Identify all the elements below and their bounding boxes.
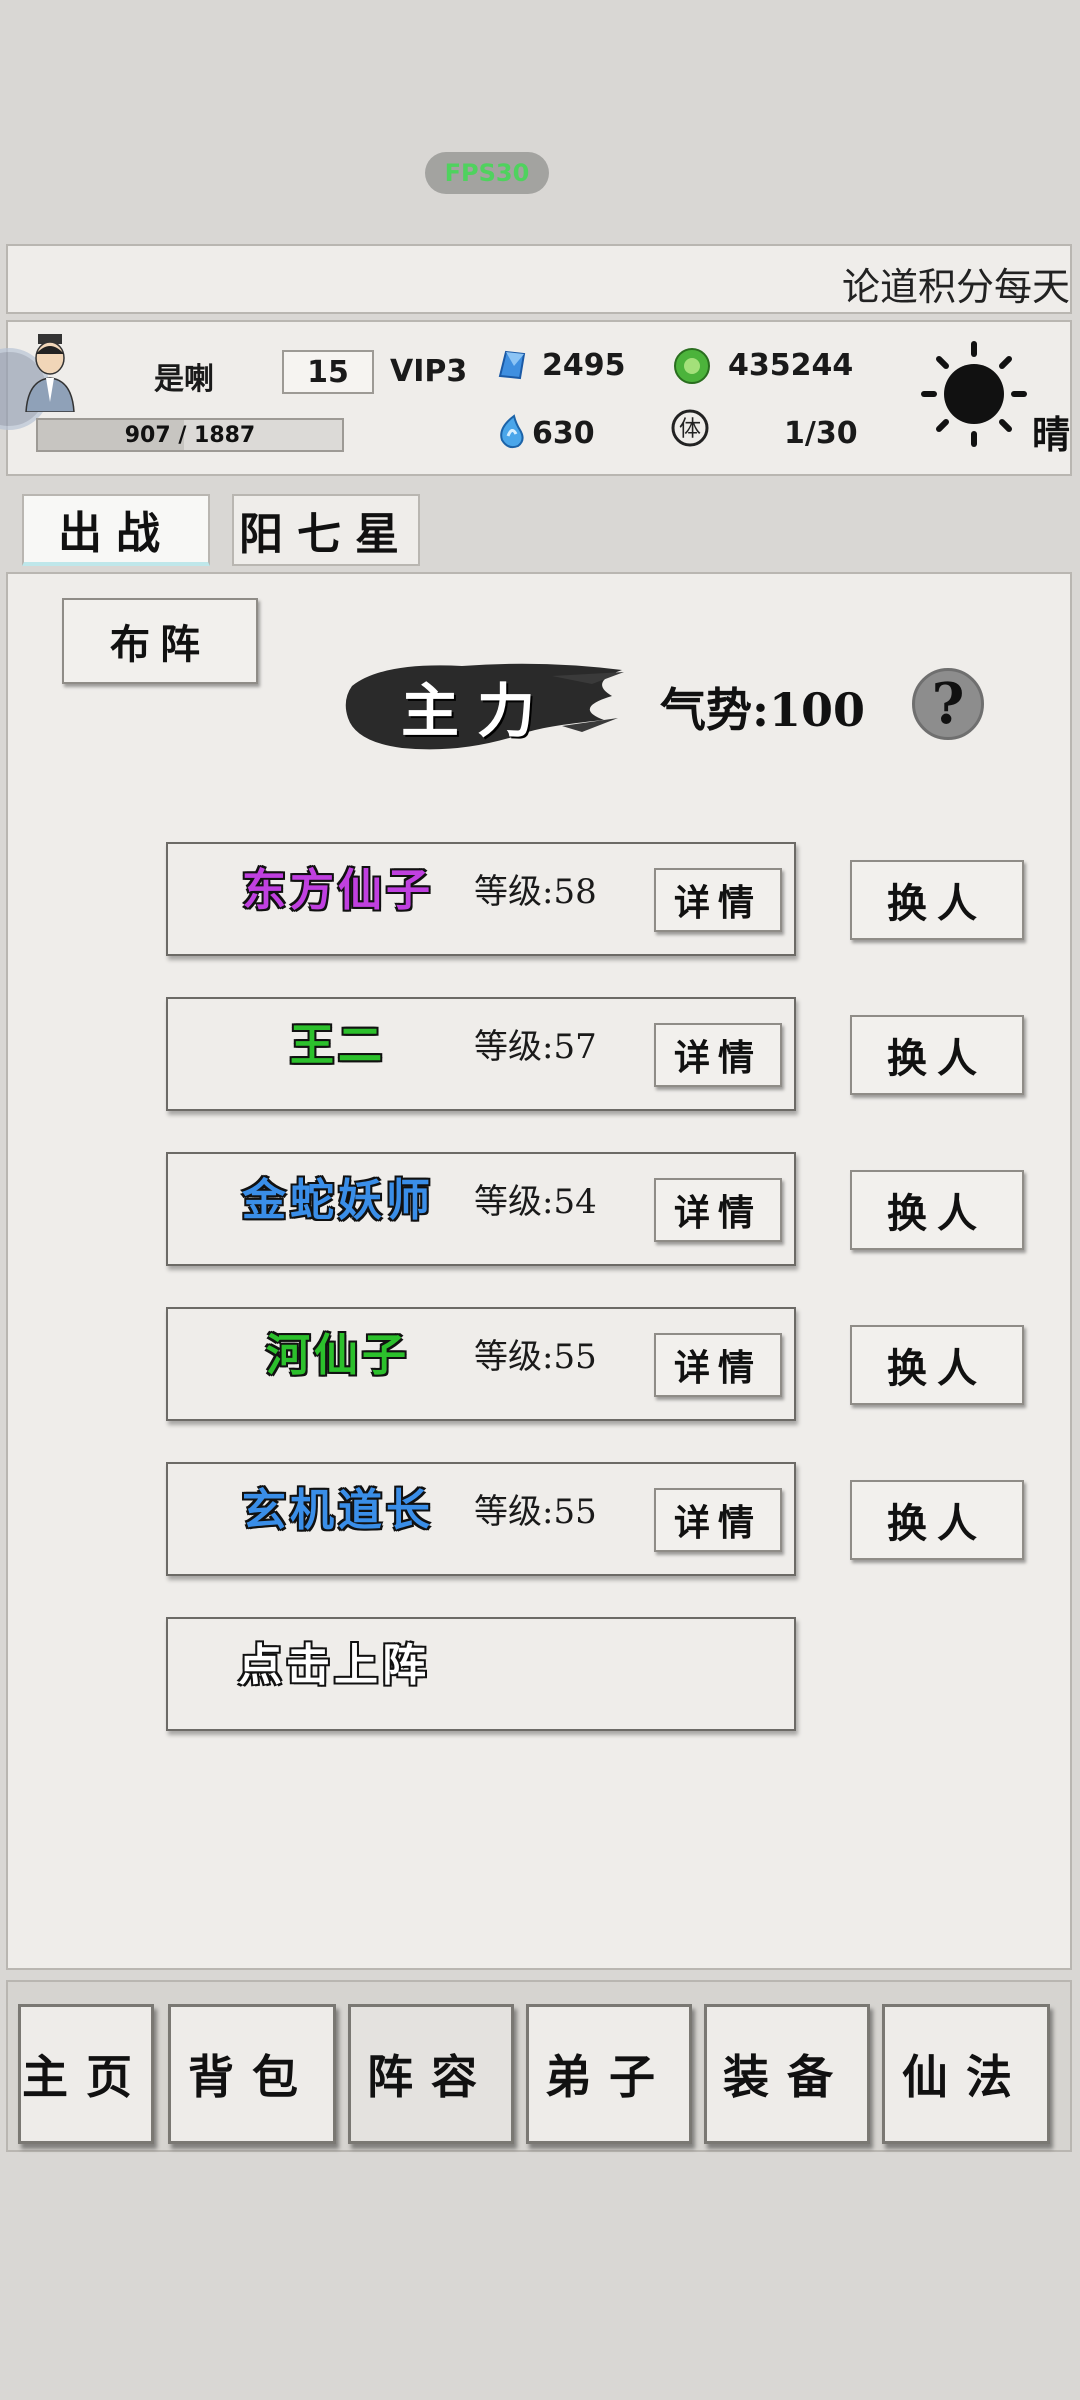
click-to-deploy-label: 点击上阵: [238, 1640, 430, 1691]
stamina-seal-icon: 体: [671, 409, 709, 447]
help-button[interactable]: ?: [912, 668, 984, 740]
arrange-formation-button[interactable]: 布阵: [62, 598, 258, 684]
swap-button[interactable]: 换人: [850, 1480, 1024, 1560]
jade-count: 435244: [728, 348, 854, 383]
crystal-count: 2495: [542, 348, 626, 383]
fps-counter: FPS30: [425, 152, 549, 194]
swap-button[interactable]: 换人: [850, 1170, 1024, 1250]
member-name: 东方仙子: [242, 865, 434, 916]
avatar[interactable]: [20, 332, 80, 412]
crystal-icon: [498, 350, 526, 380]
member-level: 等级:55: [474, 1337, 597, 1377]
detail-button[interactable]: 详情: [654, 868, 782, 932]
nav-disciple[interactable]: 弟子: [526, 2004, 692, 2144]
announcement-ticker: 论道积分每天: [6, 244, 1072, 314]
weather-label: 晴: [1032, 412, 1071, 457]
player-level: 15: [282, 350, 374, 394]
swap-button[interactable]: 换人: [850, 1015, 1024, 1095]
swap-button[interactable]: 换人: [850, 1325, 1024, 1405]
member-name: 金蛇妖师: [242, 1175, 434, 1226]
player-name: 是喇: [154, 362, 214, 397]
detail-button[interactable]: 详情: [654, 1023, 782, 1087]
nav-home[interactable]: 主页: [18, 2004, 154, 2144]
member-level: 等级:55: [474, 1492, 597, 1532]
jade-icon: [674, 348, 710, 384]
tab-yang-seven-star[interactable]: 阳七星: [232, 494, 420, 566]
nav-bag[interactable]: 背包: [168, 2004, 336, 2144]
member-slot-4[interactable]: 河仙子 等级:55 详情: [166, 1307, 796, 1421]
ticker-text: 论道积分每天: [841, 265, 1070, 309]
member-slot-3[interactable]: 金蛇妖师 等级:54 详情: [166, 1152, 796, 1266]
player-status-bar: 是喇 15 VIP3 907 / 1887 2495 435244 630 体 …: [0, 320, 1072, 476]
detail-button[interactable]: 详情: [654, 1178, 782, 1242]
stamina-count: 1/30: [784, 416, 858, 451]
sun-icon: [921, 341, 1027, 447]
member-name: 河仙子: [266, 1330, 410, 1381]
member-slot-2[interactable]: 王二 等级:57 详情: [166, 997, 796, 1111]
nav-lineup[interactable]: 阵容: [348, 2004, 514, 2144]
member-name: 王二: [290, 1020, 386, 1071]
member-slot-1[interactable]: 东方仙子 等级:58 详情: [166, 842, 796, 956]
main-force-label: 主力: [400, 677, 553, 745]
nav-magic[interactable]: 仙法: [882, 2004, 1050, 2144]
vip-badge[interactable]: VIP3: [390, 354, 467, 389]
detail-button[interactable]: 详情: [654, 1488, 782, 1552]
spirit-drop-icon: [500, 414, 524, 449]
nav-equipment[interactable]: 装备: [704, 2004, 870, 2144]
svg-text:体: 体: [679, 417, 701, 442]
member-level: 等级:57: [474, 1027, 597, 1067]
exp-bar: 907 / 1887: [36, 418, 344, 452]
swap-button[interactable]: 换人: [850, 860, 1024, 940]
member-slot-5[interactable]: 玄机道长 等级:55 详情: [166, 1462, 796, 1576]
lineup-panel: [6, 572, 1072, 1970]
spirit-count: 630: [532, 416, 595, 451]
tab-battle[interactable]: 出战: [22, 494, 210, 566]
member-name: 玄机道长: [242, 1485, 434, 1536]
momentum-value: 气势:100: [660, 683, 866, 737]
detail-button[interactable]: 详情: [654, 1333, 782, 1397]
member-level: 等级:58: [474, 872, 597, 912]
empty-member-slot[interactable]: 点击上阵: [166, 1617, 796, 1731]
member-level: 等级:54: [474, 1182, 597, 1222]
exp-text: 907 / 1887: [124, 422, 256, 448]
